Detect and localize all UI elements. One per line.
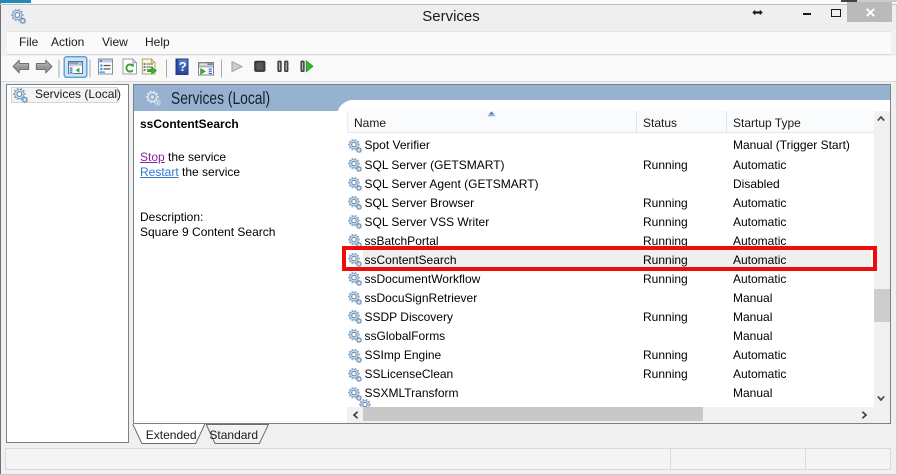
svg-text:Extended: Extended: [146, 428, 197, 442]
svg-text:?: ?: [179, 59, 187, 74]
svg-text:Standard: Standard: [209, 428, 258, 442]
